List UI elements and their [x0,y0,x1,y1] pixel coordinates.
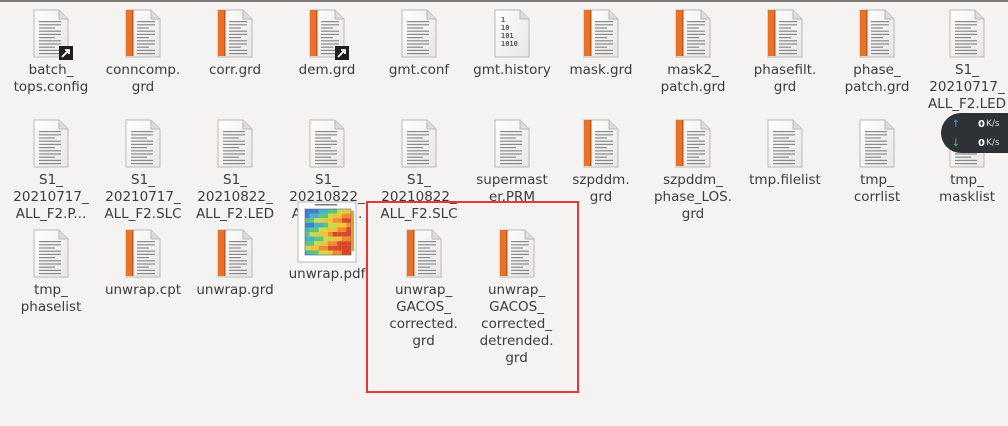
text-document-icon [400,9,438,59]
file-item[interactable]: gmt.conf [373,9,465,79]
file-item[interactable]: S1_ 20210717_ ALL_F2.P... [5,119,97,223]
grd-file-icon [124,229,162,279]
file-name-label: gmt.history [473,62,551,78]
svg-text:1010: 1010 [501,40,518,48]
text-document-icon [32,229,70,279]
grd-file-icon [582,9,620,59]
symlink-arrow-icon [335,46,349,60]
file-name-label: unwrap.cpt [104,282,182,298]
file-name-label: S1_ 20210822_ ALL_F2.LED [195,172,275,222]
upload-speed-unit: K/s [986,119,1000,129]
grd-file-icon [674,119,712,169]
file-item[interactable]: tmp.filelist [739,119,831,189]
file-name-label: dem.grd [298,62,356,78]
file-item[interactable]: unwrap.pdf [281,201,373,283]
file-item[interactable]: tmp_ corrlist [831,119,923,206]
text-document-icon [858,119,896,169]
file-item[interactable]: batch_ tops.config [5,9,97,96]
upload-speed-value: 0 [978,118,985,130]
file-item[interactable]: S1_ 20210717_ ALL_F2.SLC [97,119,189,223]
svg-text:10: 10 [501,24,509,32]
file-item[interactable]: corr.grd [189,9,281,79]
text-document-icon [216,119,254,169]
file-name-label: tmp_ masklist [938,172,996,205]
file-name-label: conncomp. grd [105,62,181,95]
text-document-icon [308,119,346,169]
file-name-label: tmp.filelist [749,172,821,188]
file-name-label: unwrap.grd [196,282,274,298]
file-name-label: corr.grd [208,62,262,78]
download-speed-value: 0 [978,137,985,149]
file-item[interactable]: mask2_ patch.grd [647,9,739,96]
upload-arrow-icon: ↑ [951,118,961,130]
grd-file-link-icon [308,9,349,60]
text-document-icon [493,119,531,169]
text-document-icon [124,119,162,169]
grd-file-icon [674,9,712,59]
svg-text:1: 1 [501,16,505,24]
file-name-label: gmt.conf [388,62,450,78]
file-item[interactable]: szpddm_ phase_LOS. grd [647,119,739,223]
file-name-label: phase_ patch.grd [844,62,910,95]
grd-file-icon [858,9,896,59]
text-document-icon [766,119,804,169]
grd-file-icon [582,119,620,169]
file-name-label: mask2_ patch.grd [660,62,726,95]
file-name-label: tmp_ corrlist [853,172,901,205]
file-item[interactable]: dem.grd [281,9,373,79]
file-name-label: batch_ tops.config [13,62,89,95]
file-item[interactable]: conncomp. grd [97,9,189,96]
grd-file-icon [216,229,254,279]
file-name-label: mask.grd [569,62,633,78]
network-speed-widget: ↑ 0 K/s ↓ 0 K/s [941,113,1008,153]
file-item[interactable]: phasefilt. grd [739,9,831,96]
file-name-label: S1_ 20210717_ ALL_F2.LED [927,62,1007,112]
file-item[interactable]: S1_ 20210822_ ALL_F2.LED [189,119,281,223]
file-item[interactable]: S1_ 20210717_ ALL_F2.LED [921,9,1008,113]
grd-file-icon [124,9,162,59]
text-document-icon [32,119,70,169]
file-name-label: tmp_ phaselist [20,282,82,315]
file-name-label: S1_ 20210717_ ALL_F2.SLC [104,172,182,222]
text-document-link-icon [32,9,73,60]
file-name-label: unwrap.pdf [288,266,366,282]
red-highlight-box [366,201,579,393]
svg-text:101: 101 [501,32,514,40]
file-item[interactable]: mask.grd [555,9,647,79]
file-item[interactable]: 1 10 101 1010 gmt.history [466,9,558,79]
symlink-arrow-icon [59,46,73,60]
file-item[interactable]: phase_ patch.grd [831,9,923,96]
file-name-label: S1_ 20210717_ ALL_F2.P... [13,172,89,222]
text-document-icon [948,9,986,59]
pdf-thumbnail-icon [297,201,357,263]
download-arrow-icon: ↓ [951,137,961,149]
file-name-label: phasefilt. grd [753,62,817,95]
grd-file-icon [766,9,804,59]
file-item[interactable]: unwrap.cpt [97,229,189,299]
file-item[interactable]: tmp_ phaselist [5,229,97,316]
binary-file-icon: 1 10 101 1010 [493,9,531,59]
file-item[interactable]: szpddm. grd [555,119,647,206]
file-item[interactable]: unwrap.grd [189,229,281,299]
download-speed-unit: K/s [986,138,1000,148]
file-item[interactable]: supermast er.PRM [466,119,558,206]
grd-file-icon [216,9,254,59]
file-name-label: szpddm_ phase_LOS. grd [653,172,732,222]
text-document-icon [400,119,438,169]
